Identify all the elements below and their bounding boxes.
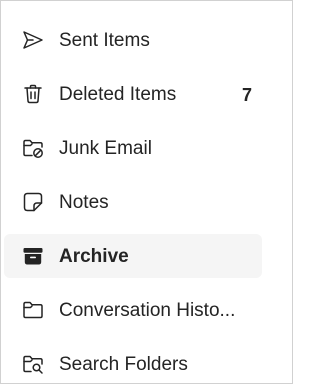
folder-label: Deleted Items: [59, 84, 177, 105]
folder-item-conversation-history[interactable]: Conversation Histo...: [4, 288, 262, 332]
folder-label: Search Folders: [59, 354, 188, 375]
unread-count-badge: 7: [241, 85, 252, 105]
folder-item-deleted-items[interactable]: Deleted Items 7: [4, 72, 262, 116]
folder-item-notes[interactable]: Notes: [4, 180, 262, 224]
folder-pane: Sent Items Deleted Items 7 Junk Email No…: [0, 0, 293, 384]
folder-label: Archive: [59, 246, 129, 267]
folder-item-search-folders[interactable]: Search Folders: [4, 342, 262, 383]
note-icon: [21, 190, 45, 214]
send-icon: [21, 28, 45, 52]
folder-item-archive[interactable]: Archive: [4, 234, 262, 278]
folder-item-sent-items[interactable]: Sent Items: [4, 18, 262, 62]
folder-search-icon: [21, 352, 45, 376]
folder-label: Junk Email: [59, 138, 152, 159]
folder-label: Conversation Histo...: [59, 300, 236, 321]
archive-icon: [21, 244, 45, 268]
folder-icon: [21, 298, 45, 322]
folder-label: Notes: [59, 192, 109, 213]
folder-prohibited-icon: [21, 136, 45, 160]
folder-item-junk-email[interactable]: Junk Email: [4, 126, 262, 170]
folder-label: Sent Items: [59, 30, 150, 51]
trash-icon: [21, 82, 45, 106]
